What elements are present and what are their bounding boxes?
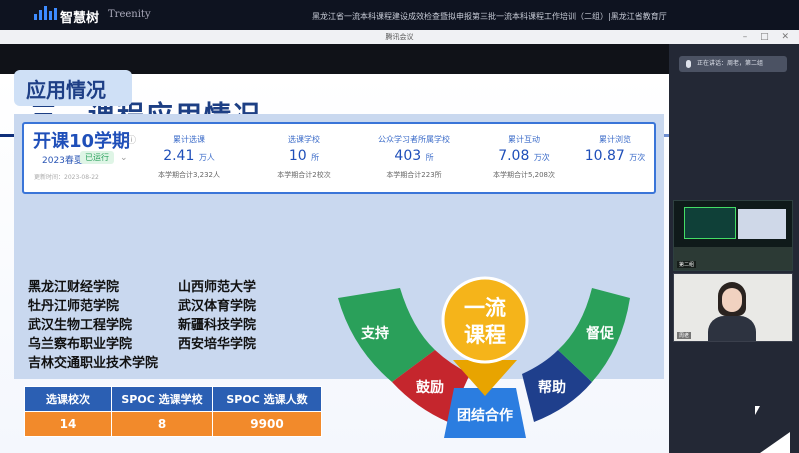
stat-label: 累计互动 [508, 135, 540, 144]
stat-total-enroll: 累计选课 2.41 万人 本学期合计3,232人 [144, 134, 234, 180]
meeting-title: 黑龙江省一流本科课程建设成效检查暨拟申报第三批一流本科课程工作培训（二组）|黑龙… [312, 12, 667, 21]
speaking-label: 正在讲话：周老，第二组 [697, 60, 764, 67]
stat-value: 10.87 万次 [584, 148, 646, 164]
meeting-topbar: 智慧树 Treenity 黑龙江省一流本科课程建设成效检查暨拟申报第三批一流本科… [0, 0, 799, 30]
logo-brand: Treenity [108, 9, 151, 20]
course-semester: 2023春夏 [42, 156, 83, 166]
shoulders-shape [708, 316, 756, 341]
stat-summary: 本学期合计3,232人 [157, 171, 221, 179]
arc-label-help: 帮助 [538, 379, 566, 396]
stat-schools: 选课学校 10 所 本学期合计2校次 [264, 134, 344, 180]
stat-summary: 本学期合计223所 [386, 171, 442, 179]
stat-label: 累计选课 [173, 135, 205, 144]
subheading: 应用情况 [26, 78, 106, 102]
mouse-cursor-icon [755, 406, 760, 415]
logo-bars-icon [34, 6, 57, 20]
list-item: 黑龙江财经学院 [28, 280, 120, 295]
table-header: SPOC 选课人数 [212, 386, 322, 412]
stat-value: 2.41 万人 [163, 148, 215, 164]
maximize-icon[interactable]: □ [760, 32, 769, 42]
blackboard-shape [684, 207, 736, 239]
list-item: 吉林交通职业技术学院 [28, 356, 159, 371]
dropdown-icon[interactable]: ⌄ [120, 153, 128, 163]
corner-triangle-icon [760, 432, 790, 453]
mic-icon [686, 59, 691, 68]
stat-label: 公众学习者所属学校 [378, 135, 450, 144]
table-cell: 8 [111, 411, 213, 437]
stat-summary: 本学期合计2校次 [277, 171, 331, 179]
arc-label-encourage: 鼓励 [416, 379, 444, 396]
stat-views: 累计浏览 10.87 万次 [579, 134, 651, 164]
projector-screen-shape [738, 209, 786, 239]
stat-label: 选课学校 [288, 135, 320, 144]
stat-value: 10 所 [288, 148, 320, 164]
logo-text: 智慧树 [60, 11, 100, 26]
course-stats-card: 开课10学期 ⓘ 2023春夏 已运行 ⌄ 更新时间：2023-08-22 累计… [22, 122, 656, 194]
close-icon[interactable]: ✕ [781, 32, 789, 42]
arc-label-support: 支持 [360, 325, 389, 342]
table-header: SPOC 选课学校 [111, 386, 213, 412]
list-item: 乌兰察布职业学院 [28, 337, 133, 352]
window-title: 腾讯会议 [0, 30, 799, 44]
table-header: 选课校次 [24, 386, 112, 412]
center-circle [441, 276, 529, 364]
list-item: 西安培华学院 [178, 337, 257, 352]
course-title: 开课10学期 [33, 131, 131, 152]
update-time: 更新时间：2023-08-22 [34, 174, 99, 181]
stat-value: 7.08 万次 [498, 148, 550, 164]
stat-interactions: 累计互动 7.08 万次 本学期合计5,208次 [474, 134, 574, 180]
arc-label-supervise: 督促 [586, 325, 615, 342]
stat-value: 403 所 [394, 148, 434, 164]
stat-summary: 本学期合计5,208次 [492, 171, 556, 179]
list-item: 山西师范大学 [178, 280, 257, 295]
info-icon: ⓘ [127, 136, 137, 146]
status-badge: 已运行 [80, 151, 114, 164]
table-cell: 14 [24, 411, 112, 437]
stat-label: 累计浏览 [599, 135, 631, 144]
school-list-right: 山西师范大学 武汉体育学院 新疆科技学院 西安培华学院 [178, 278, 256, 354]
center-text-line1: 一流 [464, 296, 506, 320]
table-cell: 9900 [212, 411, 322, 437]
minimize-icon[interactable]: – [743, 32, 748, 42]
list-item: 牡丹江师范学院 [28, 299, 120, 314]
list-item: 武汉体育学院 [178, 299, 257, 314]
center-text-line2: 课程 [464, 323, 506, 347]
arc-label-teamwork: 团结合作 [457, 407, 513, 424]
face-shape [722, 288, 742, 312]
speaking-indicator: 正在讲话：周老，第二组 [679, 56, 787, 72]
participant-tile-speaker[interactable]: 周老 [673, 273, 793, 342]
participant-name: 第二组 [677, 261, 697, 268]
list-item: 武汉生物工程学院 [28, 318, 133, 333]
participant-name: 周老 [677, 332, 692, 339]
window-controls: – □ ✕ [733, 30, 789, 44]
school-list-left: 黑龙江财经学院 牡丹江师范学院 武汉生物工程学院 乌兰察布职业学院 吉林交通职业… [28, 278, 158, 373]
list-item: 新疆科技学院 [178, 318, 257, 333]
stat-public-schools: 公众学习者所属学校 403 所 本学期合计223所 [364, 134, 464, 180]
spoc-table: 选课校次 SPOC 选课学校 SPOC 选课人数 14 8 9900 [24, 386, 322, 437]
course-arc-diagram: 一流 课程 支持 鼓励 团结合作 帮助 督促 [338, 276, 630, 438]
participant-tile-classroom[interactable]: 第二组 [673, 200, 793, 271]
